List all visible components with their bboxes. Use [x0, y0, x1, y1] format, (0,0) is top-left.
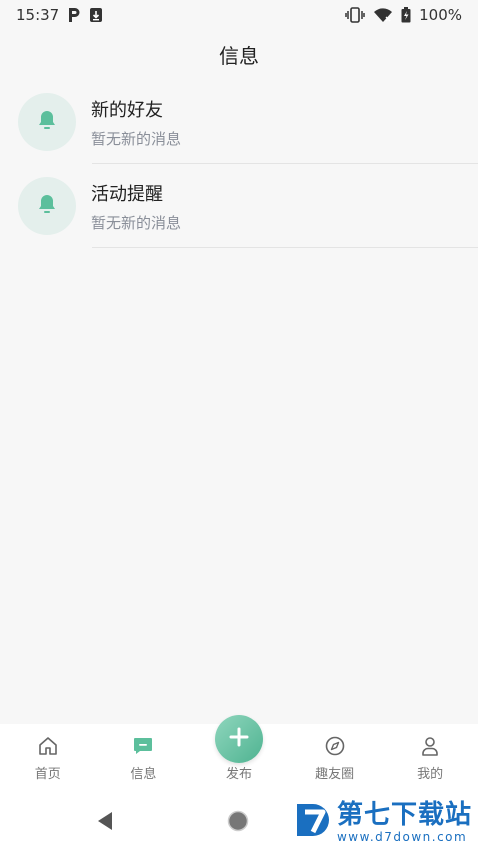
- avatar: [18, 93, 76, 151]
- message-text: 活动提醒 暂无新的消息: [91, 180, 181, 233]
- message-subtitle: 暂无新的消息: [91, 213, 182, 232]
- status-bar: 15:37 100%: [0, 0, 478, 30]
- divider: [92, 247, 478, 248]
- wifi-icon: [373, 7, 393, 23]
- bottom-tab-bar: 首页 信息 发布 趣友圈 我的: [0, 715, 478, 792]
- battery-percent: 100%: [419, 6, 462, 24]
- tab-home[interactable]: 首页: [0, 724, 96, 792]
- message-list: 新的好友 暂无新的消息 活动提醒 暂无新的消息: [0, 80, 478, 248]
- message-item-new-friends[interactable]: 新的好友 暂无新的消息: [0, 80, 478, 164]
- tab-publish[interactable]: 发布: [191, 715, 287, 792]
- status-right: 100%: [345, 6, 462, 24]
- bell-icon: [35, 192, 59, 220]
- watermark-text: 第七下载站 www.d7down.com: [337, 800, 472, 844]
- message-text: 新的好友 暂无新的消息: [91, 96, 181, 149]
- page-title: 信息: [219, 43, 259, 68]
- tab-label: 发布: [225, 767, 252, 782]
- tab-label: 信息: [130, 767, 157, 782]
- battery-icon: [401, 7, 411, 23]
- watermark-url: www.d7down.com: [336, 830, 468, 844]
- home-circle-icon[interactable]: [227, 810, 249, 836]
- tab-label: 趣友圈: [315, 767, 355, 782]
- status-time: 15:37: [16, 6, 60, 24]
- status-left: 15:37: [16, 6, 103, 24]
- parking-icon: [67, 7, 81, 23]
- publish-fab[interactable]: [214, 715, 263, 763]
- compass-icon: [323, 734, 347, 758]
- back-icon[interactable]: [94, 810, 116, 836]
- user-icon: [418, 734, 442, 758]
- tab-messages[interactable]: 信息: [96, 724, 192, 792]
- tab-friends-circle[interactable]: 趣友圈: [287, 724, 383, 792]
- tab-label: 我的: [417, 767, 444, 782]
- watermark: 第七下载站 www.d7down.com: [295, 800, 472, 844]
- tab-profile[interactable]: 我的: [382, 724, 478, 792]
- message-title: 活动提醒: [91, 183, 163, 205]
- plus-icon: [228, 726, 250, 752]
- message-icon: [131, 734, 155, 758]
- message-subtitle: 暂无新的消息: [91, 129, 182, 148]
- watermark-title: 第七下载站: [336, 800, 472, 830]
- page-header: 信息: [0, 36, 478, 72]
- download-icon: [89, 7, 103, 23]
- message-title: 新的好友: [91, 99, 163, 121]
- bell-icon: [35, 108, 59, 136]
- vibrate-icon: [345, 7, 365, 23]
- tab-label: 首页: [34, 767, 61, 782]
- home-icon: [36, 734, 60, 758]
- d7-logo-icon: [295, 800, 333, 844]
- avatar: [18, 177, 76, 235]
- message-item-activity-reminder[interactable]: 活动提醒 暂无新的消息: [0, 164, 478, 248]
